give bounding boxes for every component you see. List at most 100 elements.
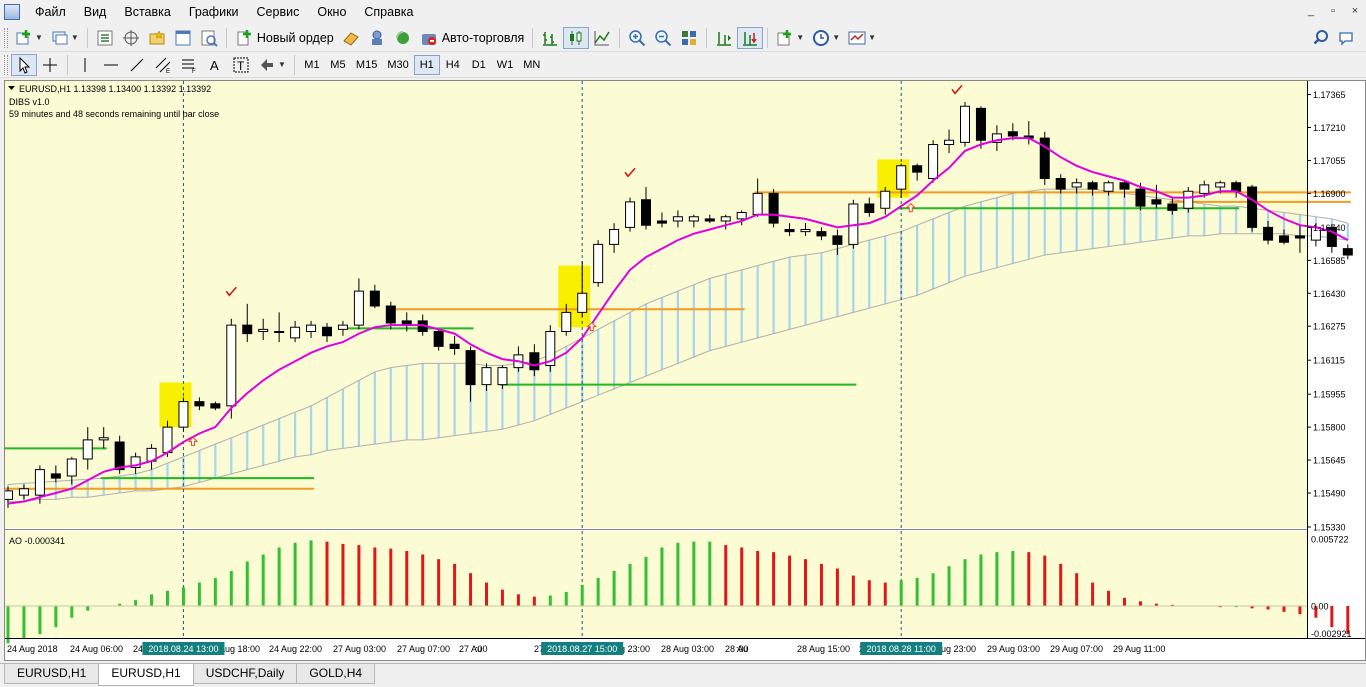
menu-tools[interactable]: Сервис [248,0,309,24]
market-button[interactable] [390,27,416,49]
bull-candle [1071,182,1082,188]
search-button[interactable] [1308,27,1334,49]
app-icon[interactable] [4,4,20,20]
crosshair-tool[interactable] [37,54,63,76]
timeframe-m5[interactable]: M5 [325,55,351,75]
svg-text:A: A [210,58,219,73]
chat-button[interactable] [1334,27,1360,49]
bull-candle [1103,182,1114,192]
bear-candle [50,473,61,479]
bull-candle [800,229,811,233]
minimize-button[interactable]: _ [1300,0,1322,22]
candlestick-chart-button[interactable] [563,26,590,49]
auto-trading-label: Авто-торговля [441,30,525,45]
time-axis-ticks: 24 Aug 201824 Aug 06:0024g 14:0024 Aug 1… [7,642,1165,655]
menu-view[interactable]: Вид [75,0,116,24]
menu-insert[interactable]: Вставка [115,0,179,24]
vertical-line-tool[interactable] [72,54,98,76]
bull-candle [944,139,955,145]
crosshair-nav-button[interactable] [118,27,144,49]
bull-candle [337,324,348,330]
timeframe-m15[interactable]: M15 [351,55,382,75]
bear-candle [1151,199,1162,205]
timeframe-h4[interactable]: H4 [440,55,466,75]
toolbar-grip[interactable] [4,27,8,48]
zoom-out-button[interactable] [650,27,676,49]
indicators-button[interactable]: ▼ [772,27,808,49]
signals-button[interactable] [364,27,390,49]
tile-windows-button[interactable] [676,27,702,49]
bull-candle [34,469,45,496]
menu-charts[interactable]: Графики [180,0,248,24]
bear-candle [210,403,221,409]
bull-candle [82,439,93,460]
tab-eurusd-h1-first[interactable]: EURUSD,H1 [4,664,100,684]
horizontal-line-tool[interactable] [98,54,124,76]
experts-button[interactable] [338,27,364,49]
templates-button[interactable]: ▼ [844,27,880,49]
profiles-button[interactable]: ▼ [47,27,83,49]
line-chart-icon [594,30,610,45]
templates-icon [848,31,866,44]
arrows-tool[interactable]: ▼ [254,54,290,76]
autoscroll-button[interactable] [737,26,764,49]
chart-window[interactable]: 1.17365 1.17210 1.17055 1.16900 1.16740 1.165… [4,80,1366,661]
bull-candle [672,216,683,222]
tab-eurusd-h1-active[interactable]: EURUSD,H1 [98,664,194,686]
fibonacci-icon: F [182,59,196,74]
ao-tick-label: 0.00 [1311,602,1329,612]
time-tick-label: 24 Aug 22:00 [269,644,322,654]
tab-usdchf-daily[interactable]: USDCHF,Daily [192,664,298,684]
zoom-out-icon [655,29,672,46]
svg-text:E: E [166,69,170,74]
cursor-tool[interactable] [11,53,37,76]
terminal-button[interactable] [170,27,196,49]
new-order-button[interactable]: Новый ордер [231,27,338,49]
equidistant-channel-tool[interactable]: E [150,54,176,76]
bear-candle [784,229,795,233]
bear-candle [975,107,986,141]
new-chart-button[interactable]: ▼ [11,27,47,49]
timeframe-mn[interactable]: MN [518,55,545,75]
toolbar-grip[interactable] [4,54,8,75]
timeframe-m1[interactable]: M1 [299,55,325,75]
price-chart[interactable]: 1.17365 1.17210 1.17055 1.16900 1.16740 1.165… [5,81,1365,660]
bull-candle [625,201,636,228]
drawing-toolbar: E F A T ▼ M1 M5 M15 M30 H1 H4 D1 W1 MN [0,52,1366,78]
market-watch-button[interactable] [92,27,118,49]
line-chart-button[interactable] [589,27,615,49]
crosshair-icon [43,57,57,72]
strategy-tester-button[interactable] [196,27,222,49]
auto-trading-button[interactable]: Авто-торговля [416,27,529,49]
timeframe-m30[interactable]: M30 [382,55,413,75]
restore-button[interactable]: ▫ [1322,0,1344,22]
toolbar-separator [532,27,534,48]
timeframe-h1[interactable]: H1 [413,54,440,75]
tile-windows-icon [682,30,697,45]
chart-shift-button[interactable] [711,27,737,49]
trendline-tool[interactable] [124,54,150,76]
periods-button[interactable]: ▼ [808,27,844,49]
zoom-in-button[interactable] [624,27,650,49]
bear-candle [704,218,715,222]
ao-tick-label: -0.002921 [1311,629,1352,639]
autoscroll-icon [743,31,758,46]
bar-chart-button[interactable] [537,27,563,49]
navigator-button[interactable] [144,27,170,49]
close-button[interactable]: × [1344,0,1366,22]
indicators-icon [777,29,792,45]
bull-candle [736,212,747,220]
text-tool[interactable]: A [202,54,228,76]
text-label-tool[interactable]: T [228,54,254,76]
menu-file[interactable]: Файл [26,0,75,24]
timeframe-d1[interactable]: D1 [466,55,492,75]
timeframe-w1[interactable]: W1 [492,55,519,75]
bull-candle [162,426,173,454]
menu-help[interactable]: Справка [355,0,422,24]
menu-window[interactable]: Окно [308,0,355,24]
bear-candle [322,326,332,337]
bear-candle [1279,235,1289,243]
price-tick-label: 1.15330 [1313,523,1346,533]
tab-gold-h4[interactable]: GOLD,H4 [296,664,376,684]
fibonacci-tool[interactable]: F [176,54,202,76]
